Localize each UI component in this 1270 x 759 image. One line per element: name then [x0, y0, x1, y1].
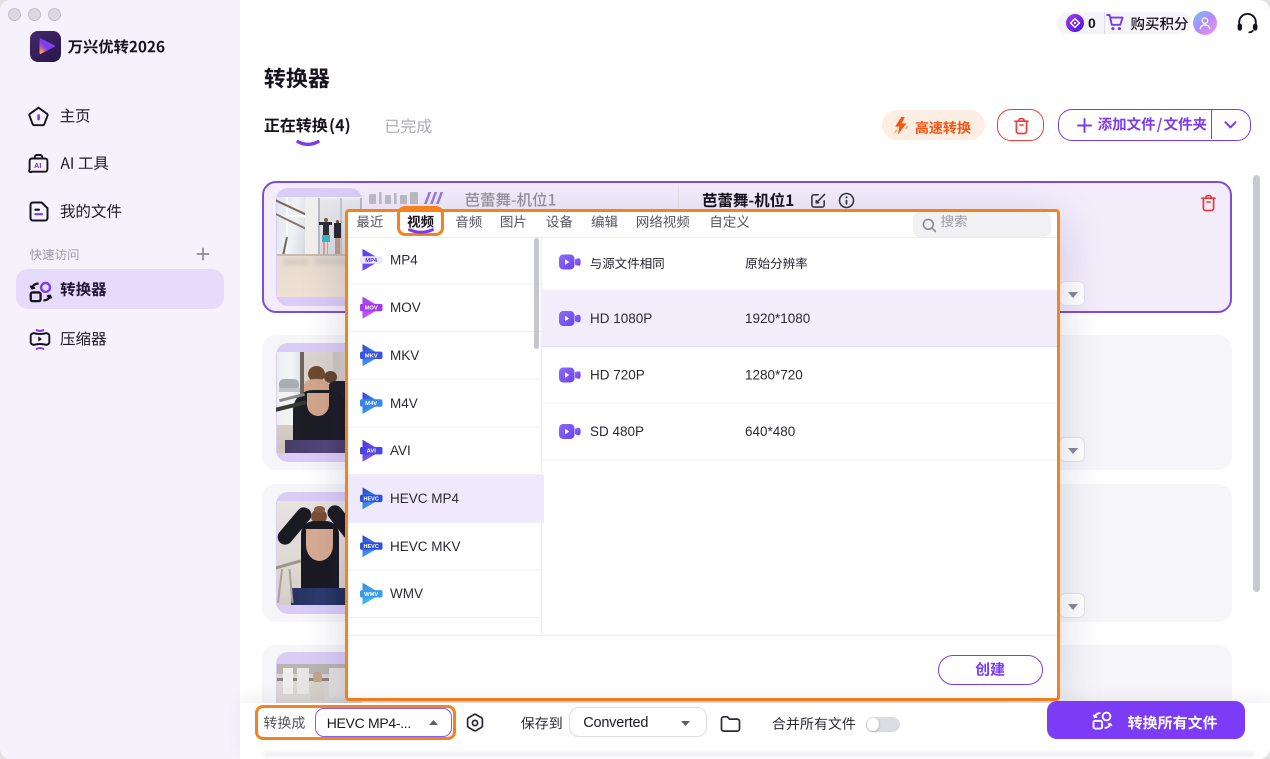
- svg-text:AVI: AVI: [367, 449, 377, 455]
- svg-text:WMV: WMV: [364, 592, 378, 598]
- svg-text:1280*720: 1280*720: [745, 368, 803, 383]
- svg-text:HD 720P: HD 720P: [590, 368, 645, 383]
- svg-text:AVI: AVI: [390, 443, 411, 458]
- svg-text:MKV: MKV: [365, 353, 378, 359]
- svg-text:HEVC: HEVC: [364, 496, 379, 502]
- svg-text:HD 1080P: HD 1080P: [590, 311, 652, 326]
- svg-text:SD 480P: SD 480P: [590, 424, 644, 439]
- svg-text:1920*1080: 1920*1080: [745, 311, 810, 326]
- svg-text:M4V: M4V: [365, 401, 377, 407]
- svg-text:640*480: 640*480: [745, 424, 795, 439]
- svg-text:HEVC: HEVC: [364, 544, 379, 550]
- svg-text:MP4: MP4: [390, 253, 418, 268]
- svg-text:HEVC MKV: HEVC MKV: [390, 539, 461, 554]
- svg-text:MOV: MOV: [390, 300, 421, 315]
- svg-text:WMV: WMV: [390, 586, 423, 601]
- svg-text:MKV: MKV: [390, 348, 419, 363]
- svg-text:HEVC MP4: HEVC MP4: [390, 491, 460, 506]
- svg-text:M4V: M4V: [390, 396, 418, 411]
- svg-text:MOV: MOV: [365, 306, 378, 312]
- svg-text:MP4: MP4: [365, 258, 378, 264]
